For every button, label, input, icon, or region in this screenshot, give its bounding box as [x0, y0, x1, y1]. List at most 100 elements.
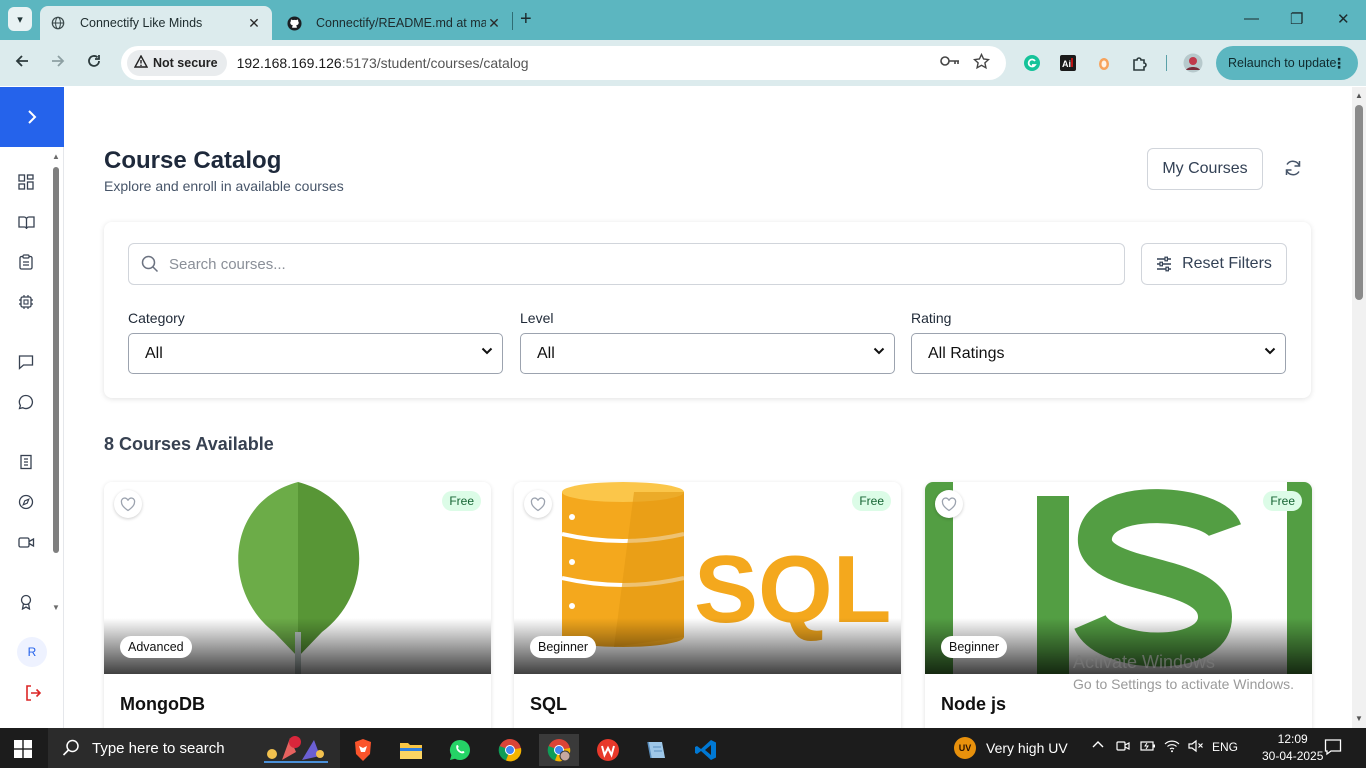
tab-separator — [512, 12, 513, 30]
watermark-line2: Go to Settings to activate Windows. — [1073, 676, 1294, 692]
grammarly-extension-icon[interactable] — [1022, 53, 1042, 73]
chevron-down-icon — [873, 345, 885, 359]
reset-filters-label: Reset Filters — [1182, 255, 1272, 272]
weather-widget[interactable]: UV Very high UV — [954, 728, 1068, 768]
user-avatar[interactable]: R — [17, 637, 47, 667]
tab-search-dropdown-icon[interactable]: ▾ — [8, 7, 32, 31]
rating-value: All Ratings — [928, 344, 1005, 362]
favorite-button[interactable] — [114, 490, 142, 518]
not-secure-label: Not secure — [153, 56, 218, 70]
taskbar-search-box[interactable]: Type here to search — [48, 728, 340, 768]
favorite-button[interactable] — [524, 490, 552, 518]
course-title[interactable]: MongoDB — [120, 694, 205, 715]
minimize-icon[interactable]: — — [1244, 10, 1259, 27]
sidebar-item-achievements[interactable] — [17, 593, 35, 611]
taskbar-notes-app-icon[interactable] — [636, 734, 676, 766]
acrobat-extension-icon[interactable]: Ai — [1058, 53, 1078, 73]
message-square-icon — [18, 355, 34, 370]
taskbar-wps-office-icon[interactable] — [588, 734, 628, 766]
windows-start-button[interactable] — [14, 740, 32, 763]
refresh-button[interactable] — [1282, 157, 1304, 179]
category-select[interactable]: All — [128, 333, 503, 374]
tab-connectify[interactable]: Connectify Like Minds ✕ — [40, 6, 272, 40]
building-icon — [20, 454, 32, 470]
honey-extension-icon[interactable] — [1094, 53, 1114, 73]
sidebar-item-messages[interactable] — [17, 353, 35, 371]
close-window-icon[interactable]: ✕ — [1337, 10, 1350, 28]
reload-icon[interactable] — [85, 52, 103, 75]
course-card-sql[interactable]: SQL Free Beginner SQL — [514, 482, 901, 728]
weather-text: Very high UV — [986, 740, 1068, 756]
taskbar-chrome-icon[interactable] — [490, 734, 530, 766]
sidebar-item-courses[interactable] — [17, 213, 35, 231]
heart-icon — [530, 496, 546, 511]
level-select[interactable]: All — [520, 333, 895, 374]
taskbar-file-explorer-icon[interactable] — [391, 734, 431, 766]
taskbar-brave-icon[interactable] — [343, 734, 383, 766]
wifi-icon[interactable] — [1164, 739, 1180, 756]
sidebar-item-practice[interactable] — [17, 293, 35, 311]
sidebar-scrollbar[interactable]: ▲ ▼ — [52, 152, 60, 613]
address-bar[interactable]: Not secure 192.168.169.126:5173/student/… — [121, 46, 1006, 80]
new-tab-button[interactable]: + — [520, 9, 532, 29]
back-icon[interactable] — [13, 52, 31, 75]
logout-button[interactable] — [24, 684, 42, 707]
scroll-up-icon[interactable]: ▲ — [52, 152, 60, 161]
language-indicator[interactable]: ENG — [1212, 740, 1238, 754]
tab-github-readme[interactable]: Connectify/README.md at main ✕ — [278, 6, 510, 40]
scroll-down-icon[interactable]: ▼ — [1355, 714, 1363, 723]
sidebar-item-live[interactable] — [17, 533, 35, 551]
sidebar-expand-button[interactable] — [0, 87, 64, 147]
category-value: All — [145, 344, 163, 362]
search-input[interactable] — [169, 255, 1069, 273]
relaunch-to-update-button[interactable]: Relaunch to update ⋮ — [1216, 46, 1358, 80]
forward-icon[interactable] — [49, 52, 67, 75]
page-scrollbar[interactable]: ▲ ▼ — [1352, 87, 1366, 728]
taskbar-clock[interactable]: 12:09 30-04-2025 — [1262, 731, 1323, 765]
battery-charging-icon[interactable] — [1140, 739, 1156, 756]
watermark-line1: Activate Windows — [1073, 652, 1216, 672]
scroll-up-icon[interactable]: ▲ — [1355, 91, 1363, 100]
sidebar-item-chat[interactable] — [17, 393, 35, 411]
github-icon — [286, 15, 302, 31]
sidebar-item-dashboard[interactable] — [17, 173, 35, 191]
meet-now-icon[interactable] — [1116, 739, 1130, 756]
warning-icon — [133, 54, 149, 71]
chevron-down-icon — [1264, 345, 1276, 359]
course-card-mongodb[interactable]: Free Advanced MongoDB — [104, 482, 491, 728]
search-field[interactable] — [128, 243, 1125, 285]
rating-select[interactable]: All Ratings — [911, 333, 1286, 374]
close-tab-icon[interactable]: ✕ — [486, 15, 502, 32]
taskbar-vscode-icon[interactable] — [686, 734, 726, 766]
page-scroll-thumb[interactable] — [1355, 105, 1363, 300]
scroll-down-icon[interactable]: ▼ — [52, 603, 60, 612]
password-key-icon[interactable] — [940, 54, 960, 71]
windows-taskbar: Type here to search UV Very high UV ENG … — [0, 728, 1366, 768]
not-secure-chip[interactable]: Not secure — [127, 50, 227, 76]
heart-icon — [120, 496, 136, 511]
course-title[interactable]: SQL — [530, 694, 567, 715]
url-text[interactable]: 192.168.169.126:5173/student/courses/cat… — [237, 55, 529, 71]
taskbar-whatsapp-icon[interactable] — [440, 734, 480, 766]
notification-center-icon[interactable] — [1324, 738, 1342, 761]
maximize-icon[interactable]: ❐ — [1290, 10, 1303, 28]
message-circle-icon — [18, 394, 34, 410]
sidebar-item-explore[interactable] — [17, 493, 35, 511]
search-highlight-illustration — [264, 736, 328, 763]
level-value: All — [537, 344, 555, 362]
taskbar-chrome-profile-icon[interactable] — [539, 734, 579, 766]
course-title[interactable]: Node js — [941, 694, 1006, 715]
chevron-up-icon[interactable] — [1092, 739, 1104, 754]
close-tab-icon[interactable]: ✕ — [246, 15, 262, 32]
reset-filters-button[interactable]: Reset Filters — [1141, 243, 1287, 285]
volume-muted-icon[interactable] — [1188, 739, 1204, 756]
bookmark-star-icon[interactable] — [972, 52, 991, 74]
profile-avatar-icon[interactable] — [1183, 53, 1203, 73]
extensions-puzzle-icon[interactable] — [1130, 53, 1150, 73]
browser-menu-icon[interactable]: ⋮ — [1332, 55, 1346, 72]
my-courses-button[interactable]: My Courses — [1147, 148, 1263, 190]
sidebar-item-assignments[interactable] — [17, 253, 35, 271]
sidebar-item-institution[interactable] — [17, 453, 35, 471]
favorite-button[interactable] — [935, 490, 963, 518]
sidebar-scroll-thumb[interactable] — [53, 167, 59, 553]
